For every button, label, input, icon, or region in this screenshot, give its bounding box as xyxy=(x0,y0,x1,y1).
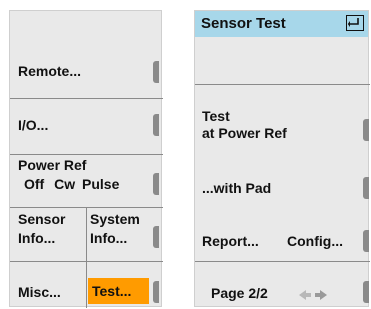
enter-return-icon[interactable] xyxy=(346,15,364,31)
system-info-softkey[interactable]: System Info... xyxy=(90,211,140,247)
config-label: Config... xyxy=(287,233,343,249)
test-softkey[interactable]: Test... xyxy=(88,278,149,304)
test-at-power-ref-softkey[interactable]: Test at Power Ref xyxy=(202,108,287,142)
divider xyxy=(195,261,370,262)
softkey-tab-icon xyxy=(363,230,369,252)
softkey-tab-icon xyxy=(153,226,159,248)
softkey-tab-icon xyxy=(153,173,159,195)
config-softkey[interactable]: Config... xyxy=(287,233,343,250)
power-ref-title: Power Ref xyxy=(18,157,87,173)
divider xyxy=(195,84,370,85)
power-ref-off: Off xyxy=(24,176,45,192)
io-softkey[interactable]: I/O... xyxy=(18,117,48,134)
with-pad-softkey[interactable]: ...with Pad xyxy=(202,180,271,197)
io-label: I/O... xyxy=(18,117,49,133)
system-info-line2: Info... xyxy=(90,230,128,246)
softkey-tab-icon xyxy=(363,177,369,199)
system-info-line1: System xyxy=(90,211,140,227)
power-ref-pulse: Pulse xyxy=(82,176,120,192)
softkey-tab-icon xyxy=(363,119,369,141)
report-softkey[interactable]: Report... xyxy=(202,233,259,250)
remote-label: Remote... xyxy=(18,63,82,79)
misc-softkey[interactable]: Misc... xyxy=(18,284,61,301)
sensor-info-line2: Info... xyxy=(18,230,56,246)
test-line1: Test xyxy=(202,108,230,124)
divider xyxy=(10,98,163,99)
power-ref-cw: Cw xyxy=(54,176,76,192)
remote-softkey[interactable]: Remote... xyxy=(18,63,81,80)
left-right-arrows-icon[interactable] xyxy=(299,288,327,306)
power-ref-options: Off Cw Pulse xyxy=(24,176,158,193)
divider xyxy=(10,154,163,155)
header-title: Sensor Test xyxy=(201,15,286,32)
with-pad-label: ...with Pad xyxy=(202,180,272,196)
softkey-tab-icon xyxy=(153,114,159,136)
softkey-tab-icon xyxy=(363,281,369,303)
page-label: Page 2/2 xyxy=(211,285,268,301)
main-menu-panel: Remote... I/O... Power Ref Off Cw Pulse … xyxy=(9,10,163,308)
menu-header: Sensor Test xyxy=(195,11,368,37)
power-ref-softkey[interactable]: Power Ref Off Cw Pulse xyxy=(18,157,158,193)
report-label: Report... xyxy=(202,233,259,249)
divider xyxy=(10,261,163,262)
vertical-divider xyxy=(86,207,87,308)
page-indicator: Page 2/2 xyxy=(211,285,268,302)
softkey-tab-icon xyxy=(153,281,159,303)
sensor-test-panel: Sensor Test Test at Power Ref ...with Pa… xyxy=(194,10,370,307)
test-label: Test... xyxy=(92,283,132,299)
misc-label: Misc... xyxy=(18,284,61,300)
test-line2: at Power Ref xyxy=(202,125,287,141)
sensor-info-softkey[interactable]: Sensor Info... xyxy=(18,211,65,247)
sensor-info-line1: Sensor xyxy=(18,211,66,227)
softkey-tab-icon xyxy=(153,61,159,83)
